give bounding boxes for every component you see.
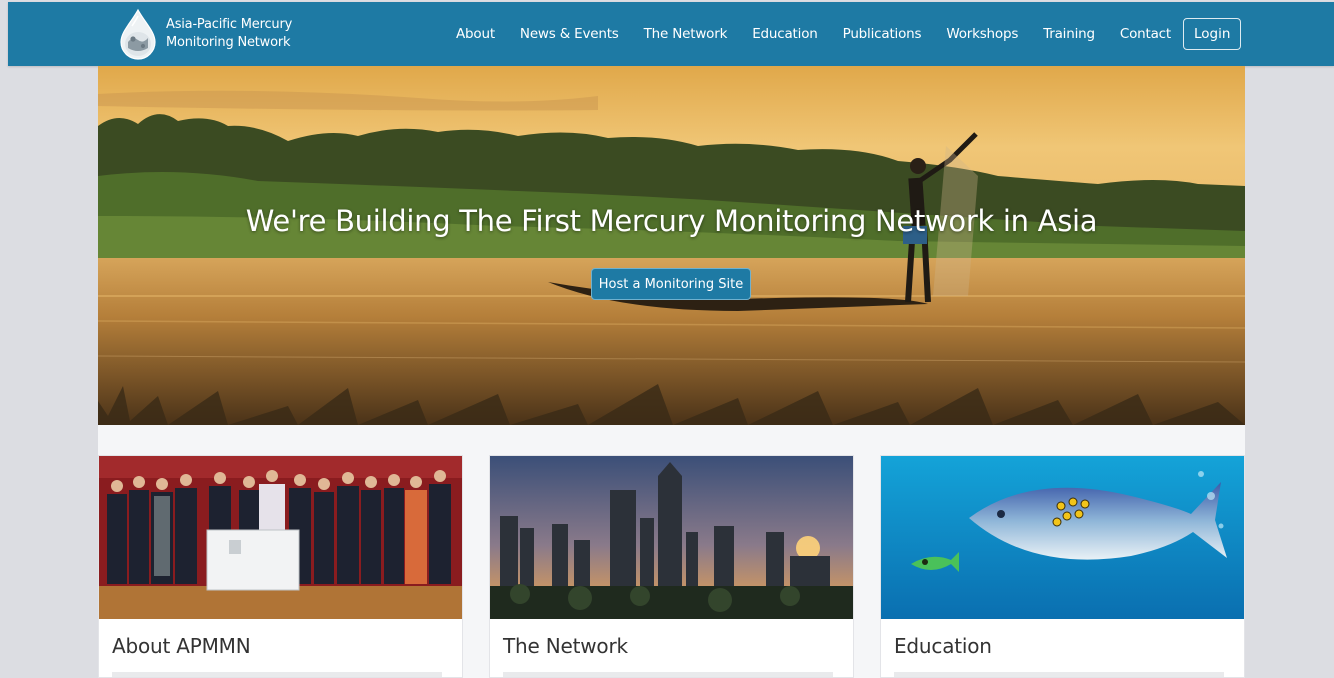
mercury-drop-logo-icon bbox=[120, 8, 156, 60]
fish-illustration-image bbox=[881, 456, 1244, 619]
nav-contact[interactable]: Contact bbox=[1120, 26, 1171, 42]
nav-training[interactable]: Training bbox=[1043, 26, 1095, 42]
city-skyline-image bbox=[490, 456, 853, 619]
nav-the-network[interactable]: The Network bbox=[644, 26, 728, 42]
group-photo-image bbox=[99, 456, 462, 619]
brand-link[interactable]: Asia-Pacific Mercury Monitoring Network bbox=[118, 8, 292, 60]
brand-line-2: Monitoring Network bbox=[166, 35, 291, 50]
network-card-text-line bbox=[503, 672, 833, 677]
top-navbar: Asia-Pacific Mercury Monitoring Network … bbox=[8, 2, 1334, 66]
nav-education[interactable]: Education bbox=[752, 26, 818, 42]
host-monitoring-site-button[interactable]: Host a Monitoring Site bbox=[591, 268, 751, 300]
network-card[interactable]: The Network bbox=[489, 455, 854, 678]
about-card-title: About APMMN bbox=[112, 634, 251, 658]
nav-menu: About News & Events The Network Educatio… bbox=[456, 2, 1242, 66]
nav-workshops[interactable]: Workshops bbox=[946, 26, 1018, 42]
about-card-text-line bbox=[112, 672, 442, 677]
login-button[interactable]: Login bbox=[1182, 18, 1242, 50]
brand-line-1: Asia-Pacific Mercury bbox=[166, 17, 293, 32]
hero-banner: We're Building The First Mercury Monitor… bbox=[98, 66, 1245, 425]
nav-publications[interactable]: Publications bbox=[843, 26, 922, 42]
main-content: We're Building The First Mercury Monitor… bbox=[98, 66, 1245, 678]
network-card-title: The Network bbox=[503, 634, 628, 658]
education-card[interactable]: Education bbox=[880, 455, 1245, 678]
brand-name: Asia-Pacific Mercury Monitoring Network bbox=[166, 16, 292, 52]
nav-news-events[interactable]: News & Events bbox=[520, 26, 619, 42]
hero-heading: We're Building The First Mercury Monitor… bbox=[245, 204, 1098, 238]
education-card-title: Education bbox=[894, 634, 992, 658]
nav-about[interactable]: About bbox=[456, 26, 495, 42]
hero-background-image bbox=[98, 66, 1245, 425]
about-card[interactable]: About APMMN bbox=[98, 455, 463, 678]
education-card-text-line bbox=[894, 672, 1224, 677]
